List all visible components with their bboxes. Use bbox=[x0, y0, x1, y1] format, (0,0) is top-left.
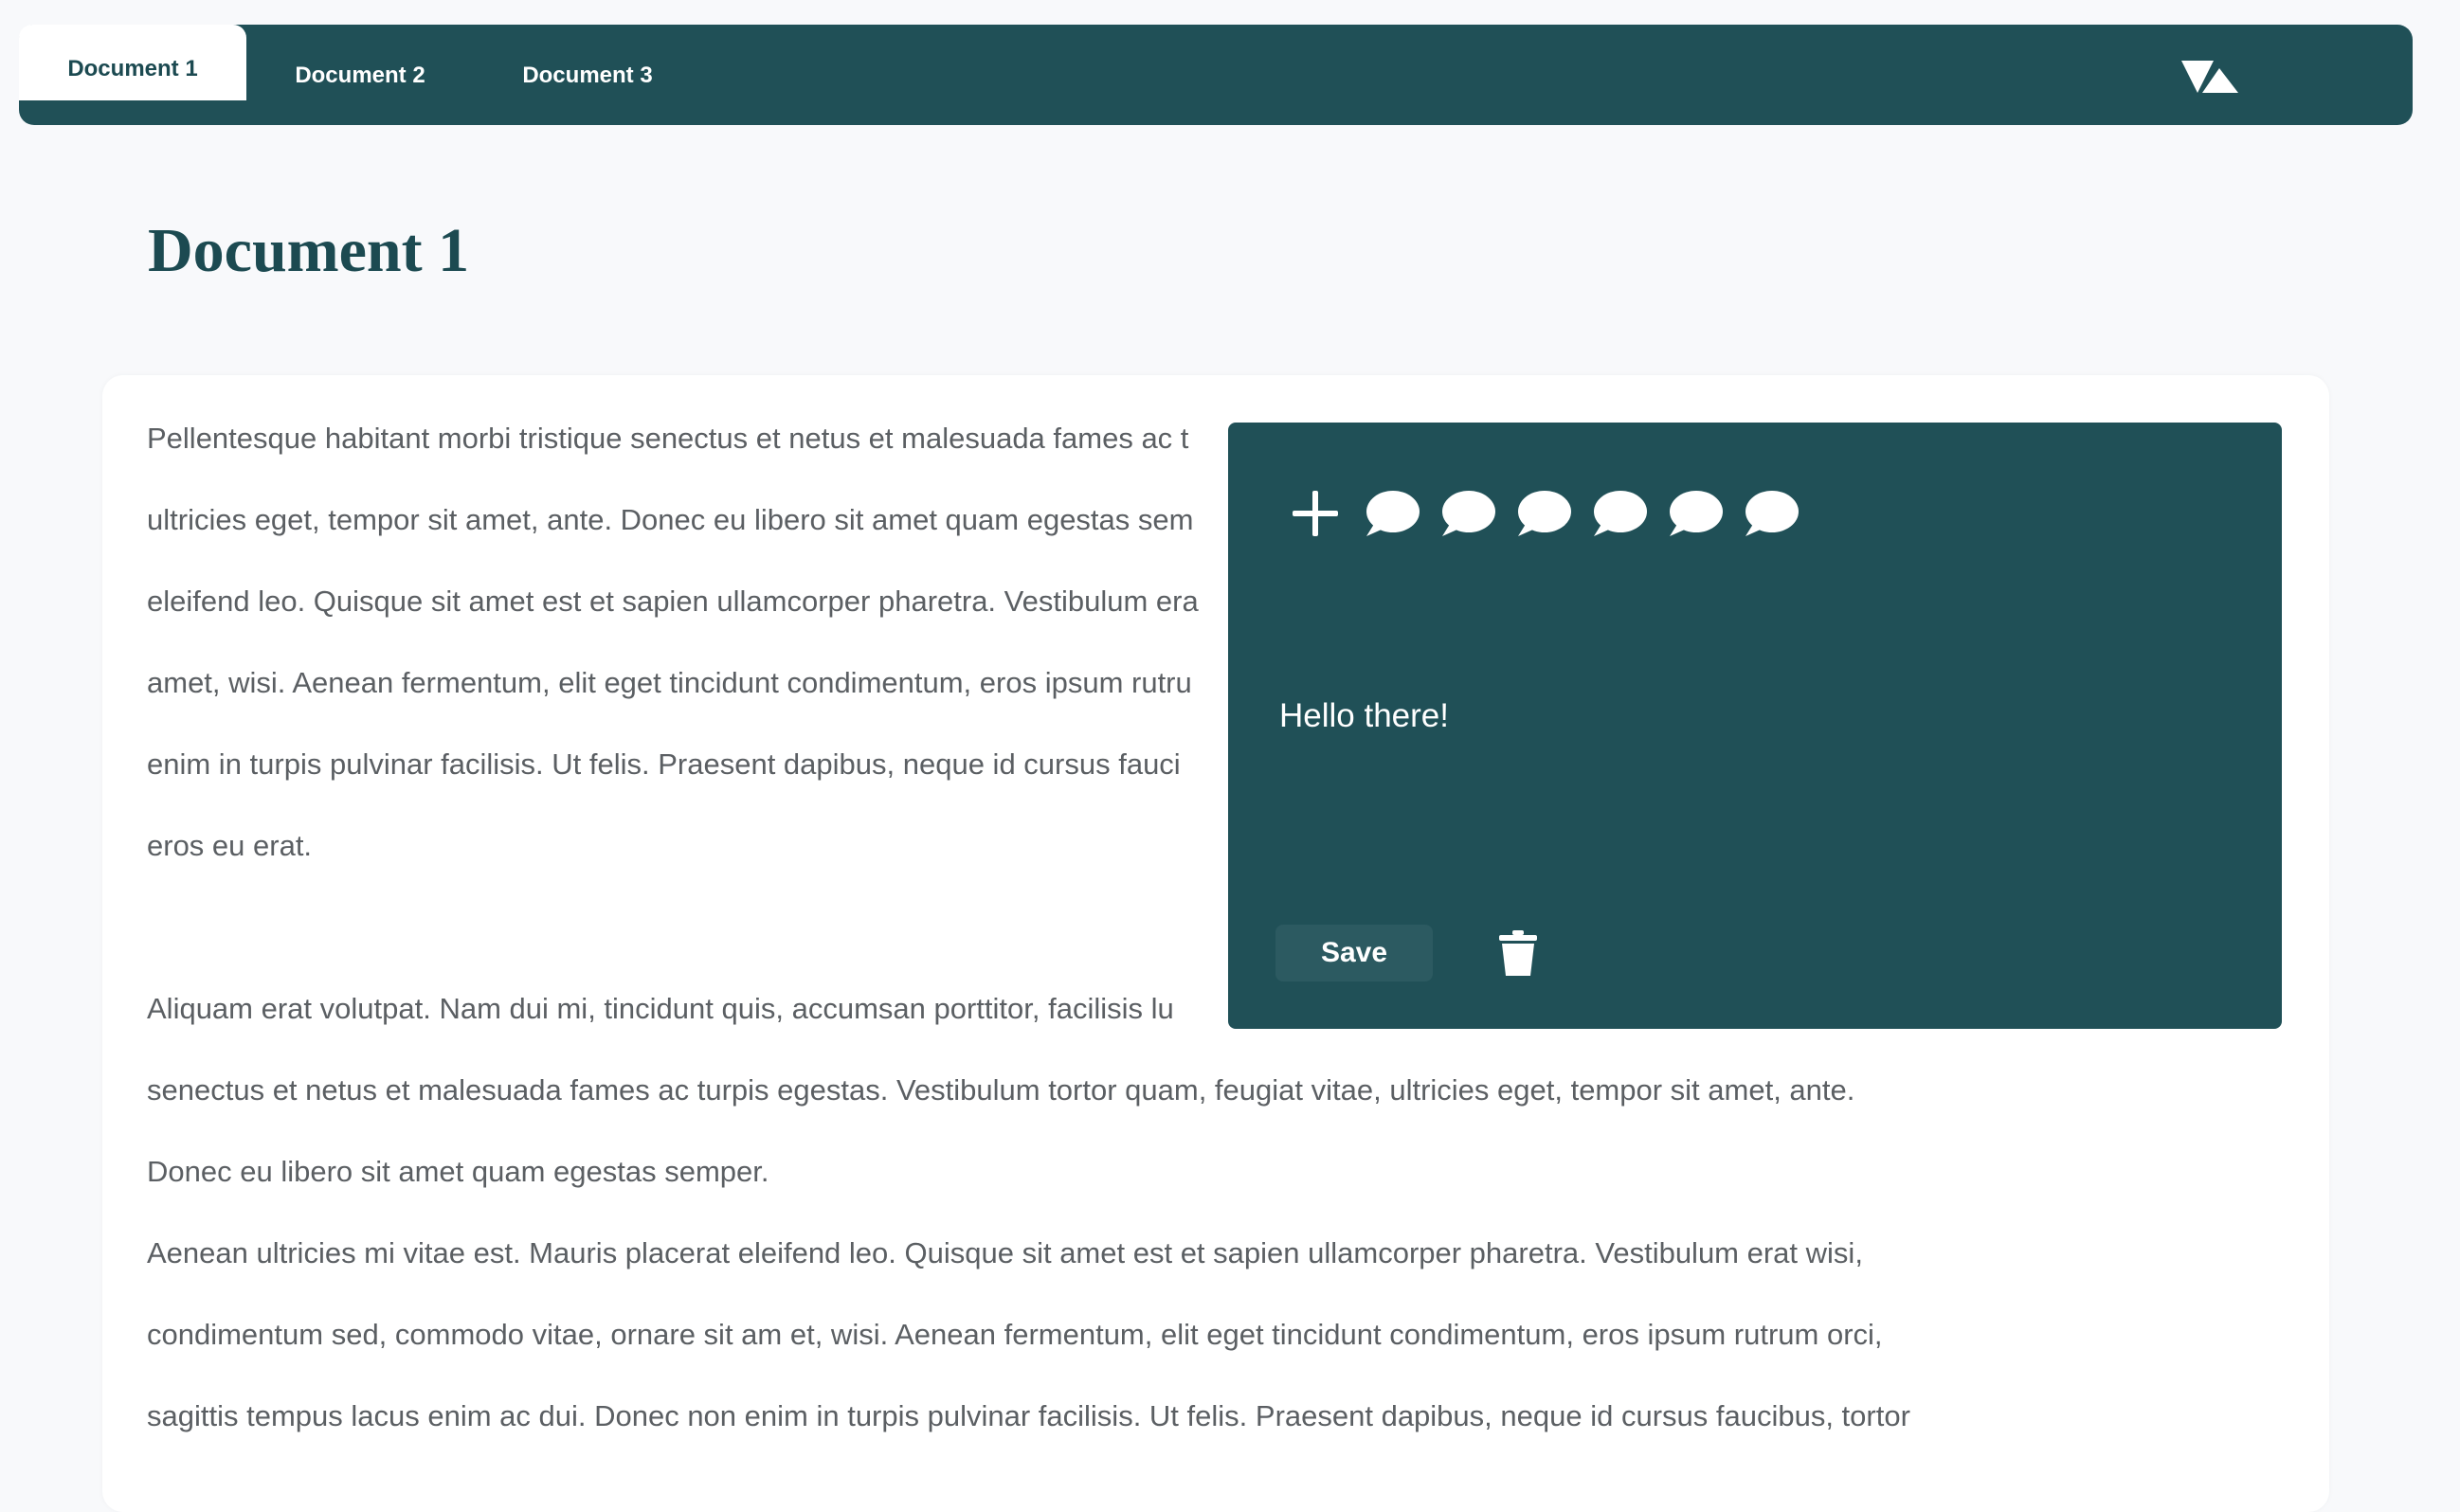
logo-triangles-icon bbox=[2181, 61, 2242, 95]
comment-icon[interactable] bbox=[1357, 479, 1425, 548]
tab-document-3[interactable]: Document 3 bbox=[493, 38, 682, 114]
comment-text[interactable]: Hello there! bbox=[1279, 688, 1449, 745]
page-title: Document 1 bbox=[148, 216, 470, 285]
tab-document-2[interactable]: Document 2 bbox=[275, 38, 445, 114]
comment-icon[interactable] bbox=[1509, 479, 1577, 548]
comment-panel: Hello there! Save bbox=[1228, 423, 2282, 1029]
trash-icon[interactable] bbox=[1490, 925, 1547, 981]
comment-icon[interactable] bbox=[1433, 479, 1501, 548]
comment-icon[interactable] bbox=[1660, 479, 1728, 548]
comment-icon[interactable] bbox=[1736, 479, 1804, 548]
save-button[interactable]: Save bbox=[1275, 925, 1433, 981]
plus-icon[interactable] bbox=[1281, 479, 1349, 548]
document-paragraph-2[interactable]: Aliquam erat volutpat. Nam dui mi, tinci… bbox=[147, 968, 2270, 1457]
comment-toolbar bbox=[1281, 479, 1812, 548]
comment-icon[interactable] bbox=[1584, 479, 1653, 548]
tab-document-1[interactable]: Document 1 bbox=[19, 25, 246, 100]
